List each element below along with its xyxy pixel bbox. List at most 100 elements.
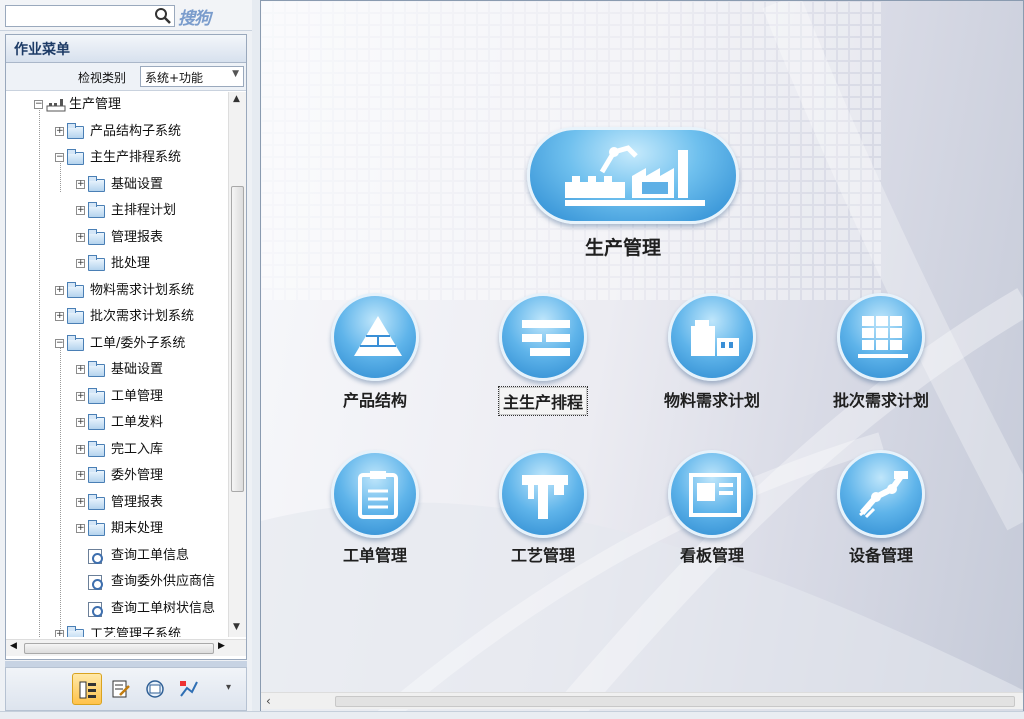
tree-node[interactable]: 查询委外供应商信 [6,569,228,595]
tree-node-label: 查询工单信息 [111,547,190,563]
tree-node[interactable]: 查询工单树状信息 [6,596,228,622]
schedule-icon [522,320,570,356]
expand-icon[interactable]: + [55,312,64,321]
tree-node[interactable]: + 委外管理 [6,463,228,489]
filter-label: 检视类别 [78,71,127,85]
expand-icon[interactable]: + [55,630,64,637]
feature-button-2[interactable] [499,293,587,381]
tree-node[interactable]: + 工艺管理子系统 [6,622,228,637]
folder-icon [88,255,105,271]
main-scroll-thumb[interactable] [335,696,1015,707]
toolbar-more-icon[interactable]: ▾ [226,682,231,693]
tree-node[interactable]: 查询工单信息 [6,543,228,569]
tree-node-label: 查询工单树状信息 [111,600,216,616]
tree-node[interactable]: + 批次需求计划系统 [6,304,228,330]
expand-icon[interactable]: + [76,497,85,507]
scroll-up-icon[interactable]: ▲ [233,94,240,104]
expand-icon[interactable]: + [76,418,85,427]
tree-vertical-scrollbar[interactable]: ▲ ▼ [228,92,246,637]
status-bar [0,711,1024,719]
vertical-splitter[interactable] [252,0,260,719]
expand-icon[interactable]: + [76,206,85,215]
expand-icon[interactable]: + [76,365,85,374]
expand-icon[interactable]: + [76,232,85,242]
scroll-right-icon[interactable]: ▶ [218,641,225,651]
tree-node-label: 产品结构子系统 [90,123,182,139]
search-input[interactable] [5,5,175,27]
vertical-scroll-thumb[interactable] [231,186,244,492]
tree-node[interactable]: + 管理报表 [6,490,228,516]
tree-node[interactable]: + 完工入库 [6,437,228,463]
expand-icon[interactable]: + [55,126,64,136]
feature-label[interactable]: 产品结构 [343,387,407,411]
scroll-down-icon[interactable]: ▼ [233,622,240,632]
tree-node[interactable]: + 物料需求计划系统 [6,278,228,304]
tree-horizontal-scrollbar[interactable]: ◀ ▶ [6,639,246,656]
expand-icon[interactable]: + [76,444,85,454]
collapse-icon[interactable]: − [34,100,43,109]
menu-toolbar: ▾ [5,667,247,711]
feature-label[interactable]: 设备管理 [849,542,913,566]
feature-label[interactable]: 工单管理 [343,542,407,566]
tree-node-label: 工单/委外子系统 [90,335,186,351]
tree-view-button[interactable] [72,673,102,705]
feature-label[interactable]: 主生产排程 [497,386,589,416]
folder-icon [88,440,105,457]
tree-node[interactable]: + 主排程计划 [6,198,228,224]
feature-label[interactable]: 物料需求计划 [664,387,760,411]
favorites-button[interactable] [140,673,170,705]
feature-button-3[interactable] [668,293,756,381]
search-icon[interactable] [154,7,172,25]
expand-icon[interactable]: + [76,179,85,189]
expand-icon[interactable]: + [76,471,85,480]
feature-label[interactable]: 工艺管理 [511,542,575,566]
tree-node[interactable]: + 工单管理 [6,384,228,410]
production-management-label: 生产管理 [585,237,662,259]
tree-node[interactable]: + 基础设置 [6,172,228,198]
expand-icon[interactable]: + [76,524,85,533]
tree-node[interactable]: + 产品结构子系统 [6,119,228,145]
tree-node[interactable]: − 主生产排程系统 [6,145,228,171]
folder-icon [67,308,84,324]
window-icon [146,680,164,698]
feature-button-4[interactable] [837,293,925,381]
scroll-left-icon[interactable]: ◀ [10,641,17,651]
folder-icon [88,202,105,218]
flow-button[interactable] [174,673,204,705]
feature-label[interactable]: 批次需求计划 [833,387,929,411]
tree-node[interactable]: + 基础设置 [6,357,228,383]
robot-arm-icon [859,471,908,519]
material-icon [691,320,739,356]
tree-node[interactable]: + 期末处理 [6,516,228,542]
main-horizontal-scrollbar[interactable]: ‹ [261,692,1023,709]
folder-icon [67,122,84,139]
tree-node[interactable]: + 管理报表 [6,225,228,251]
expand-icon[interactable]: + [55,285,64,295]
feature-button-5[interactable] [331,450,419,538]
pyramid-icon [354,316,402,356]
scroll-left-icon[interactable]: ‹ [266,694,271,708]
edit-button[interactable] [106,673,136,705]
expand-icon[interactable]: + [76,259,85,268]
collapse-icon[interactable]: − [55,153,64,162]
horizontal-scroll-thumb[interactable] [24,643,214,654]
chevron-down-icon[interactable]: ▼ [232,69,239,79]
folder-icon [67,334,84,351]
feature-button-7[interactable] [668,450,756,538]
search-bar: 搜狗 [0,0,252,31]
tree-node[interactable]: + 工单发料 [6,410,228,436]
tree-node[interactable]: − 工单/委外子系统 [6,331,228,357]
feature-button-1[interactable] [331,293,419,381]
feature-label[interactable]: 看板管理 [680,542,744,566]
tree-node[interactable]: − 生产管理 [6,92,228,118]
folder-icon [88,414,105,430]
expand-icon[interactable]: + [76,391,85,401]
production-management-hero-button[interactable] [527,127,739,224]
collapse-icon[interactable]: − [55,338,64,348]
caliper-icon [522,475,568,519]
feature-button-6[interactable] [499,450,587,538]
feature-button-8[interactable] [837,450,925,538]
tree-node[interactable]: + 批处理 [6,251,228,277]
view-category-select[interactable]: 系统+功能 ▼ [140,66,244,87]
sogou-logo[interactable]: 搜狗 [178,4,211,29]
